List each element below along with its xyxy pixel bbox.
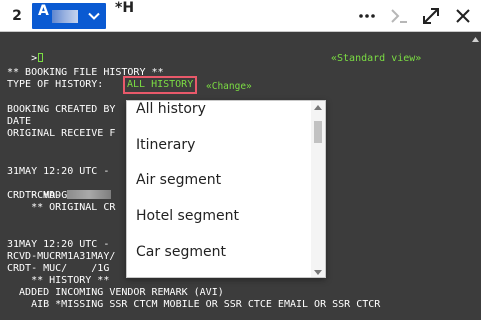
- original-receive-line: ORIGINAL RECEIVE F: [7, 128, 116, 139]
- dropdown-option-itinerary[interactable]: Itinerary: [136, 137, 306, 173]
- session-name-redacted: [52, 10, 78, 23]
- more-icon: [359, 14, 375, 18]
- change-link[interactable]: «Change»: [206, 81, 252, 93]
- type-of-history-label: TYPE OF HISTORY:: [7, 79, 104, 90]
- command-prompt-icon: [391, 9, 407, 23]
- command-prompt-button[interactable]: [387, 4, 411, 28]
- more-button[interactable]: [355, 4, 379, 28]
- session-label: A: [38, 3, 49, 19]
- block1-rcvd-line: RCVD-G: [7, 178, 112, 201]
- block2-added: ADDED INCOMING VENDOR REMARK (AVI): [7, 287, 224, 298]
- session-selector[interactable]: A: [32, 3, 106, 29]
- block2-rcvd: RCVD-MUCRM1A31MAY/: [7, 251, 116, 262]
- history-type-value: ALL HISTORY: [127, 79, 194, 90]
- date-line: DATE: [7, 116, 32, 127]
- close-icon: [456, 9, 470, 23]
- dropdown-option-all-history[interactable]: All history: [136, 101, 306, 137]
- command-tab[interactable]: *H: [115, 0, 134, 16]
- block1-original: ** ORIGINAL CR: [7, 202, 116, 213]
- booking-created-line: BOOKING CREATED BY: [7, 104, 116, 115]
- block2-aib: AIB *MISSING SSR CTCM MOBILE OR SSR CTCE…: [7, 299, 381, 310]
- dropdown-scroll-thumb[interactable]: [314, 121, 322, 143]
- prompt: >: [31, 53, 38, 64]
- scroll-up-icon[interactable]: [472, 37, 479, 42]
- expand-icon: [423, 8, 439, 24]
- block1-crdt: CRDT- MAD: [7, 190, 62, 201]
- terminal-scrollbar[interactable]: [470, 33, 481, 320]
- redacted-text: [67, 190, 112, 199]
- dropdown-option-air-segment[interactable]: Air segment: [136, 172, 306, 208]
- scroll-up-arrow-icon[interactable]: [314, 105, 322, 110]
- history-type-selector[interactable]: ALL HISTORY: [123, 76, 198, 94]
- scroll-down-arrow-icon[interactable]: [314, 270, 322, 275]
- expand-button[interactable]: [419, 4, 443, 28]
- block2-history: ** HISTORY **: [7, 275, 110, 286]
- dropdown-scrollbar[interactable]: [311, 101, 325, 277]
- cursor: [38, 53, 44, 62]
- block1-time: 31MAY 12:20 UTC -: [7, 166, 110, 177]
- close-button[interactable]: [451, 4, 475, 28]
- block2-crdt: CRDT- MUC/ /1G: [7, 263, 110, 274]
- history-type-dropdown[interactable]: All history Itinerary Air segment Hotel …: [126, 100, 326, 278]
- standard-view-link[interactable]: «Standard view»: [331, 53, 421, 65]
- chevron-down-icon: [88, 12, 100, 20]
- prompt-line: >: [7, 41, 44, 64]
- toolbar: 2 A *H: [0, 0, 481, 32]
- dropdown-option-hotel-segment[interactable]: Hotel segment: [136, 208, 306, 244]
- dropdown-option-car-segment[interactable]: Car segment: [136, 244, 306, 277]
- block2-time: 31MAY 12:20 UTC -: [7, 239, 110, 250]
- tab-index[interactable]: 2: [6, 0, 28, 32]
